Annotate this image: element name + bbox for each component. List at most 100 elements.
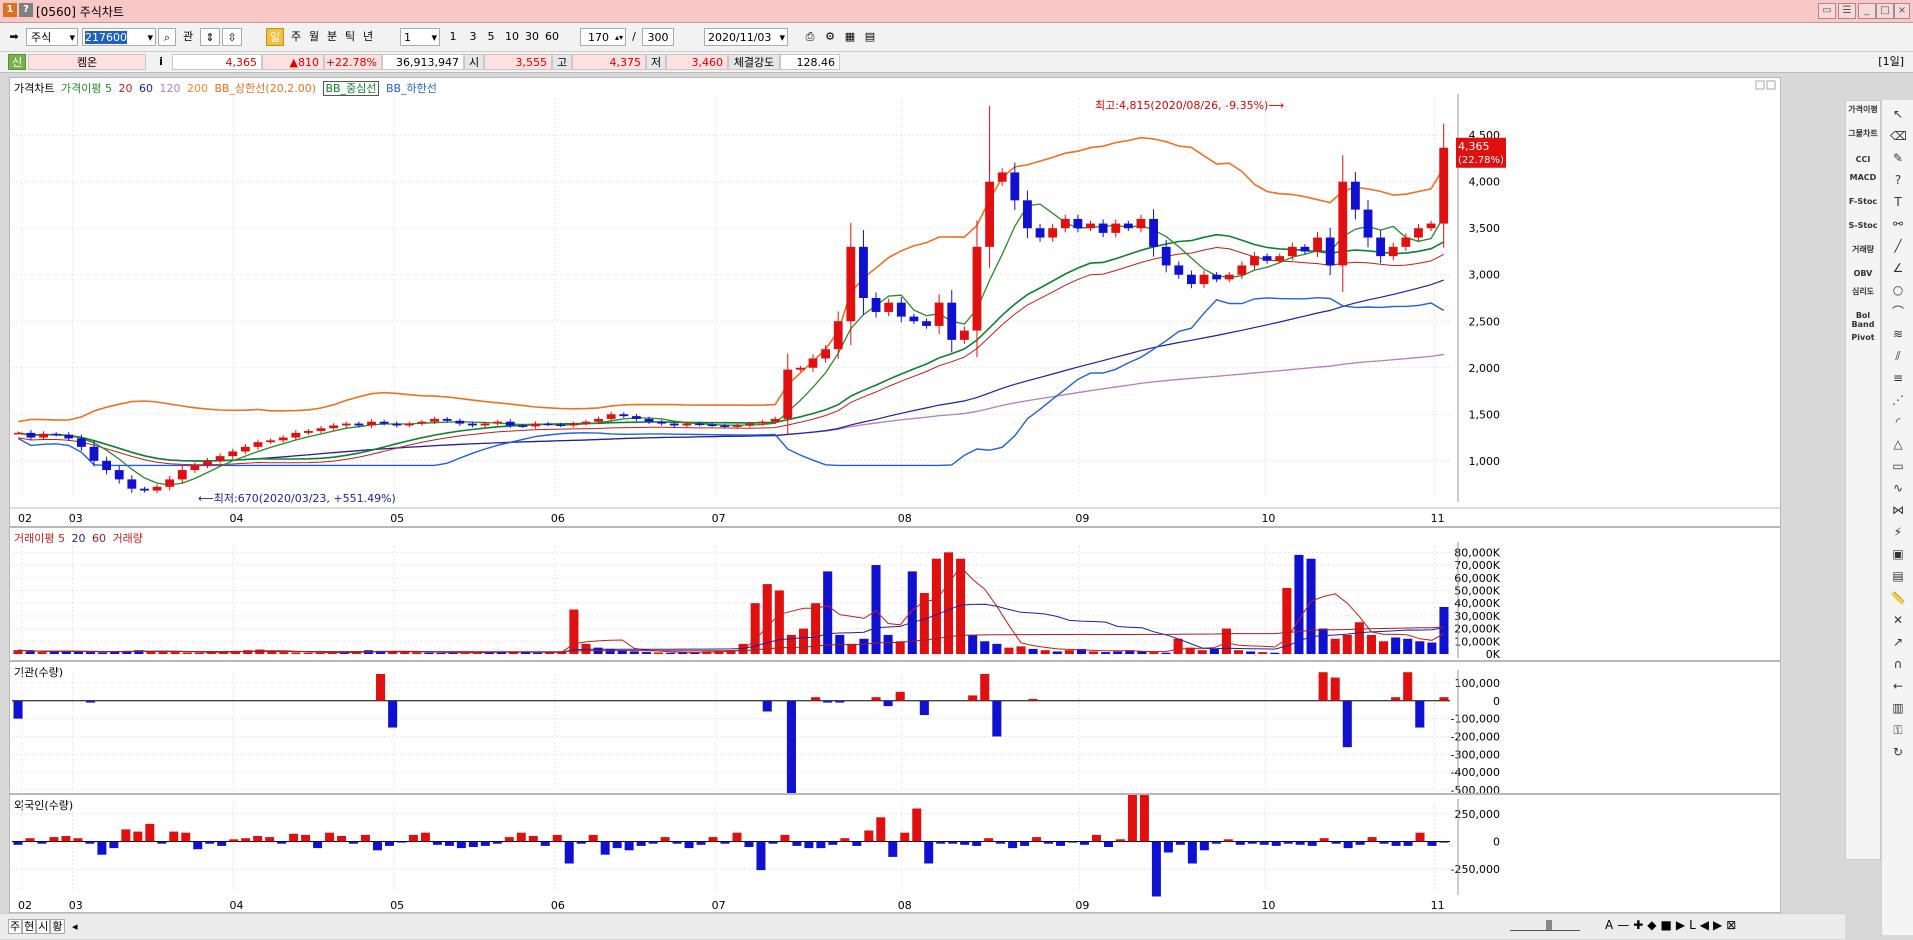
reset-button[interactable]: ⊠ [1726,918,1740,932]
triangle-icon[interactable]: △ [1890,436,1906,452]
ruler-icon[interactable]: 📏 [1890,590,1906,606]
diamond-button[interactable]: ◆ [1647,918,1660,932]
cycle-icon[interactable]: ⋈ [1890,502,1906,518]
minimize-icon[interactable]: _ [1858,3,1876,19]
total-input[interactable]: 300 [642,28,674,46]
trend-line-icon[interactable]: ╱ [1890,238,1906,254]
zoom-slider[interactable] [1510,920,1580,931]
week-period-button[interactable]: 주 [288,28,304,46]
minute-30-button[interactable]: 30 [522,28,542,46]
stock-name[interactable]: 켐온 [28,54,146,70]
cross-icon[interactable]: ✕ [1890,612,1906,628]
menu-icon[interactable]: ☰ [1838,3,1856,19]
volume-chart-pane[interactable]: 거래이평 5 20 60 거래량 80,000K 70,000K 60,000K 50… [9,527,1781,661]
indicator-cci[interactable]: CCI [1846,155,1880,164]
auto-icon[interactable]: ⚡ [1890,524,1906,540]
fibo-icon[interactable]: ≡ [1890,370,1906,386]
search-icon[interactable]: ⌕ [158,28,176,46]
minute-period-button[interactable]: 분 [324,28,340,46]
lock-icon[interactable]: ⚿ [1890,722,1906,738]
gann-icon[interactable]: ⋰ [1890,392,1906,408]
angle-line-icon[interactable]: ∠ [1890,260,1906,276]
wave-icon[interactable]: ∿ [1890,480,1906,496]
restore-icon[interactable]: ▭ [1818,3,1836,19]
close-icon[interactable]: × [1894,3,1910,19]
tab-si[interactable]: 시 [36,919,51,934]
magnet-icon[interactable]: ∩ [1890,656,1906,672]
market-select[interactable]: 주식 ▾ [26,28,78,46]
volume-chart[interactable]: 80,000K70,000K60,000K50,000K40,000K30,00… [10,528,1780,660]
indicator-s-stoc[interactable]: S-Stoc [1846,221,1880,230]
window-number-icon[interactable]: 1 [3,3,17,17]
foreign-chart[interactable]: 250,0000-250,00002 03 04 05 06 07 08 09 10 11 [10,795,1780,912]
scroll-icon[interactable]: ⇕ [200,28,220,46]
indicator-psychology[interactable]: 심리도 [1846,287,1880,296]
institution-chart[interactable]: 100,0000-100,000-200,000-300,000-400,000… [10,662,1780,793]
arrow-icon[interactable]: ↗ [1890,634,1906,650]
minute-10-button[interactable]: 10 [502,28,522,46]
rectangle-icon[interactable]: ▭ [1890,458,1906,474]
count-input[interactable]: 170 ▴▾ [580,28,626,46]
channel-icon[interactable]: ⫽ [1890,348,1906,364]
curve-icon[interactable]: ⌒ [1890,304,1906,320]
link-arrow-icon[interactable]: ➡ [6,28,22,46]
link-icon[interactable]: ⚯ [1890,216,1906,232]
indicator-pivot[interactable]: Pivot [1846,333,1880,342]
tab-hyeon[interactable]: 현 [22,919,37,934]
play-button[interactable]: ▶ [1676,918,1689,932]
indicator-obv[interactable]: OBV [1846,269,1880,278]
price-chart[interactable]: 4,5004,0003,5003,0002,5002,0001,5001,000… [10,78,1780,526]
back-icon[interactable]: ← [1890,678,1906,694]
eraser-icon[interactable]: ⌫ [1890,128,1907,144]
day-period-button[interactable]: 일 [266,28,284,46]
table-icon[interactable]: ▤ [862,28,878,46]
stock-code-input[interactable]: 217600 ▾ [82,28,156,46]
minute-1-button[interactable]: 1 [446,28,460,46]
institution-chart-pane[interactable]: 기관(수량) 100,000 0 -100,000 -200,000 -300,000-… [9,661,1781,794]
palette-icon[interactable]: ✎ [1890,150,1906,166]
cursor-icon[interactable]: ↖ [1890,106,1906,122]
grid-icon[interactable]: ▦ [842,28,858,46]
spin-icon[interactable]: ⇳ [222,28,242,46]
minute-3-button[interactable]: 3 [466,28,480,46]
stop-button[interactable]: ■ [1661,918,1676,932]
tab-scroll-left-icon[interactable]: ◂ [72,920,78,933]
tab-ju[interactable]: 주 [8,919,23,934]
interest-button[interactable]: 관 [180,28,196,46]
indicator-volume[interactable]: 거래량 [1846,245,1880,254]
indicator-bol-band[interactable]: Bol Band [1846,311,1880,329]
indicator-f-stoc[interactable]: F-Stoc [1846,197,1880,206]
print-icon[interactable]: ⎙ [802,28,818,46]
zoom-out-button[interactable]: — [1617,918,1633,932]
circle-icon[interactable]: ○ [1890,282,1906,298]
last-button[interactable]: L [1689,918,1700,932]
settings-icon[interactable]: ⚙ [822,28,838,46]
next-button[interactable]: ▶ [1713,918,1726,932]
year-period-button[interactable]: 년 [360,28,376,46]
interval-select[interactable]: 1 ▾ [400,28,440,46]
indicator-price-ma[interactable]: 가격이평 [1846,105,1880,114]
maximize-icon[interactable]: □ [1876,3,1894,19]
fan-icon[interactable]: ≋ [1890,326,1906,342]
help-icon[interactable]: ? [19,3,33,17]
info-icon[interactable]: i [154,54,168,70]
indicator-net-chart[interactable]: 그물차트 [1846,129,1880,138]
month-period-button[interactable]: 월 [306,28,322,46]
window-icon[interactable]: ▣ [1890,546,1906,562]
minute-60-button[interactable]: 60 [542,28,562,46]
question-icon[interactable]: ? [1890,172,1906,188]
zoom-slider-thumb[interactable] [1546,920,1552,930]
foreign-chart-pane[interactable]: 외국인(수량) 250,000 0 -250,000 02 03 04 05 06 07 08 09… [9,794,1781,913]
tick-period-button[interactable]: 틱 [342,28,358,46]
save-icon[interactable]: ▥ [1890,700,1906,716]
arc-icon[interactable]: ◜ [1890,414,1906,430]
minute-5-button[interactable]: 5 [484,28,498,46]
tab-hwang[interactable]: 황 [50,919,65,934]
refresh-icon[interactable]: ↻ [1890,744,1906,760]
doc-icon[interactable]: ▤ [1890,568,1906,584]
zoom-in-button[interactable]: ✚ [1633,918,1647,932]
prev-button[interactable]: ◀ [1700,918,1713,932]
price-chart-pane[interactable]: 가격차트 가격이평 5 20 60 120 200 BB_상한선(20,2.00… [9,77,1781,527]
auto-scale-button[interactable]: A [1605,918,1617,932]
text-icon[interactable]: T [1890,194,1906,210]
